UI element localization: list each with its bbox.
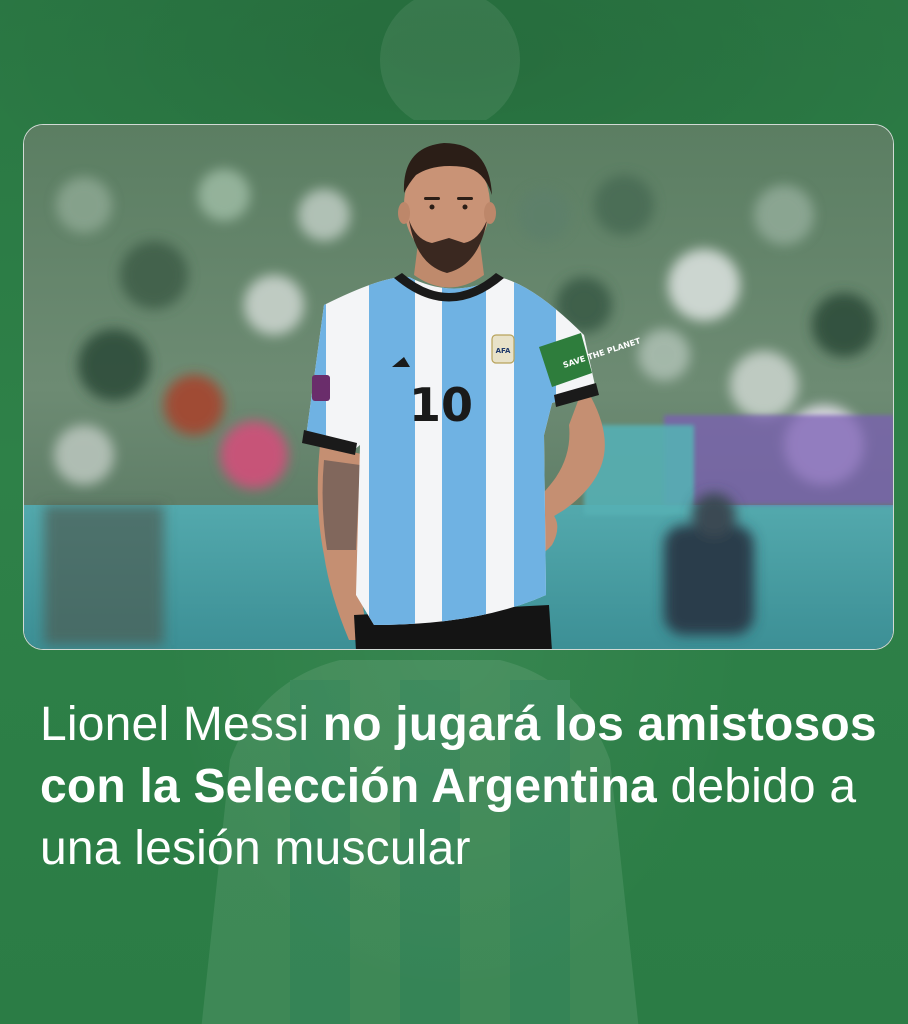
headline: Lionel Messi no jugará los amistosos con… [40,694,880,880]
news-card: SAVE THE PLANET AFA 10 Lionel Messi no j… [0,0,908,1024]
badge-text: AFA [496,347,511,355]
ghost-silhouette-top [380,0,520,120]
player-illustration: SAVE THE PLANET AFA 10 [24,125,893,649]
hero-photo: SAVE THE PLANET AFA 10 [23,124,894,650]
tournament-patch-icon [312,375,330,401]
jersey-number: 10 [409,378,473,432]
headline-lead: Lionel Messi [40,698,323,751]
